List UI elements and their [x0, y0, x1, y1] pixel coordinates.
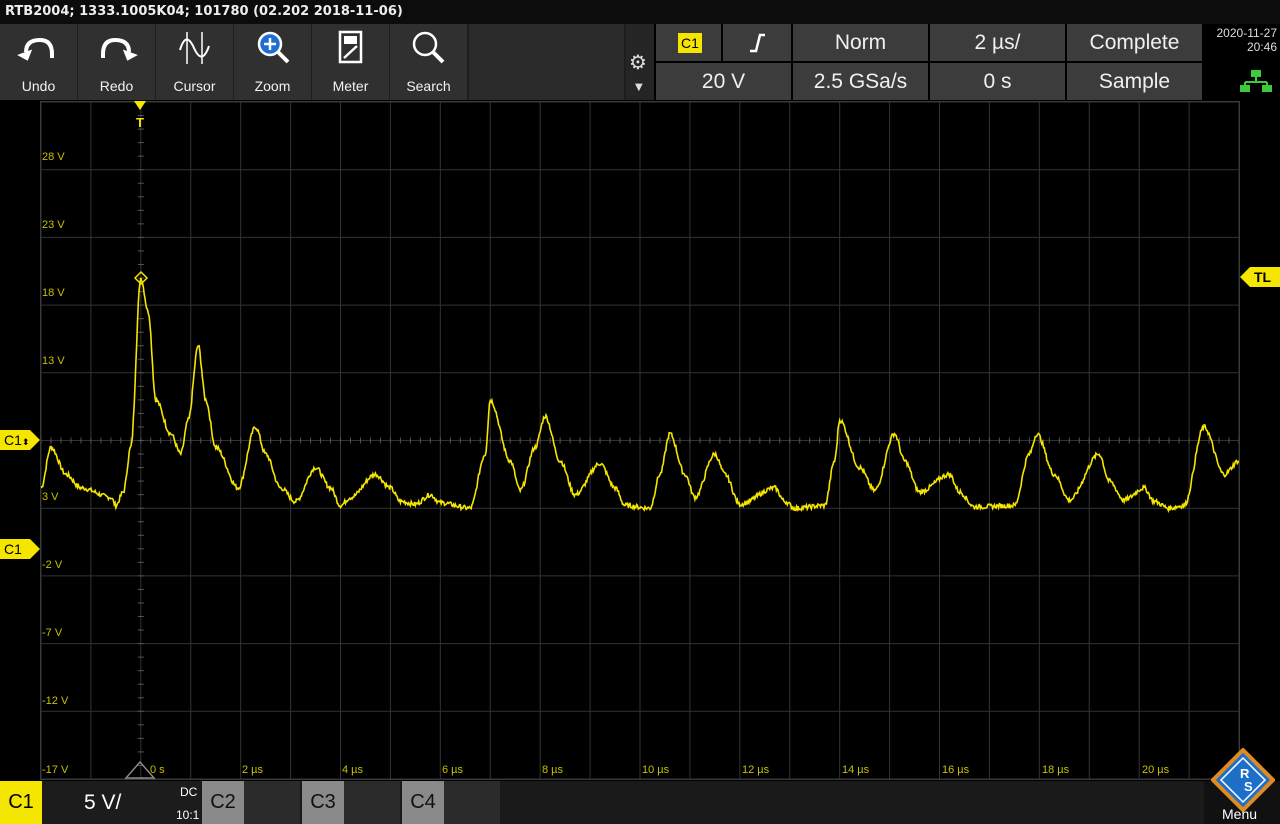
date-text: 2020-11-27	[1216, 26, 1278, 40]
zoom-in-icon	[257, 31, 290, 64]
meter-icon	[338, 30, 363, 64]
y-tick-label: 23 V	[42, 219, 65, 231]
x-tick-label: 4 µs	[342, 764, 364, 776]
rohde-schwarz-logo[interactable]: R S	[1211, 748, 1275, 812]
channel-2-tab[interactable]: C2	[202, 781, 244, 824]
y-tick-label: 13 V	[42, 355, 65, 367]
acquisition-mode[interactable]: Sample	[1067, 63, 1202, 100]
channel-4-settings[interactable]	[444, 781, 500, 824]
zoom-button[interactable]: Zoom	[234, 24, 311, 100]
redo-label: Redo	[99, 78, 134, 94]
network-icon	[1240, 70, 1272, 92]
undo-button[interactable]: Undo	[0, 24, 77, 100]
channel-1-tab[interactable]: C1	[0, 781, 42, 824]
x-tick-label: 16 µs	[942, 764, 970, 776]
gear-icon: ⚙	[629, 50, 647, 74]
up-down-icon: ⬍	[21, 437, 30, 447]
x-tick-label: 14 µs	[842, 764, 870, 776]
c1-offset-label: C1	[4, 432, 22, 448]
x-tick-label: 2 µs	[242, 764, 264, 776]
trigger-level-marker[interactable]: TL	[1240, 267, 1280, 287]
channel-1-coupling: DC	[180, 785, 198, 799]
y-tick-label: 28 V	[42, 151, 65, 163]
channel-bar: C1 5 V/ DC 10:1 C2 C3 C4	[0, 781, 1280, 824]
timebase-scale[interactable]: 2 µs/	[930, 24, 1065, 61]
c1-offset-marker[interactable]: C1⬍	[0, 430, 40, 450]
channel-3-settings[interactable]	[344, 781, 400, 824]
redo-button[interactable]: Redo	[78, 24, 155, 100]
channel-1-settings[interactable]: 5 V/ DC 10:1	[42, 781, 200, 824]
y-tick-label: 18 V	[42, 287, 65, 299]
trigger-level[interactable]: 20 V	[656, 63, 791, 100]
x-tick-label: 12 µs	[742, 764, 770, 776]
trigger-source-badge: C1	[678, 33, 702, 53]
waveform-svg	[41, 102, 1239, 779]
trigger-mode[interactable]: Norm	[793, 24, 928, 61]
time-text: 20:46	[1246, 40, 1277, 54]
meter-button[interactable]: Meter	[312, 24, 389, 100]
window-title: RTB2004; 1333.1005K04; 101780 (02.202 20…	[0, 0, 1280, 24]
undo-label: Undo	[21, 78, 56, 94]
channel-1-probe: 10:1	[176, 808, 200, 822]
chevron-down-icon: ▼	[635, 82, 643, 93]
sample-rate[interactable]: 2.5 GSa/s	[793, 63, 928, 100]
search-label: Search	[406, 78, 451, 94]
search-icon	[412, 31, 445, 64]
date-time: 2020-11-27 20:46	[1205, 26, 1278, 54]
trigger-position-indicator	[124, 760, 156, 779]
channel-1-scale: 5 V/	[84, 791, 122, 814]
channel-3-tab[interactable]: C3	[302, 781, 344, 824]
channel-2-settings[interactable]	[244, 781, 300, 824]
y-tick-label: -17 V	[42, 764, 69, 776]
cursor-button[interactable]: Cursor	[156, 24, 233, 100]
undo-icon	[17, 37, 54, 61]
grid	[41, 102, 1239, 779]
x-tick-label: 8 µs	[542, 764, 564, 776]
y-tick-label: -2 V	[42, 559, 63, 571]
trigger-marker-label: T	[136, 115, 144, 129]
search-button[interactable]: Search	[390, 24, 467, 100]
x-tick-label: 20 µs	[1142, 764, 1170, 776]
meter-label: Meter	[332, 78, 369, 94]
svg-text:S: S	[1244, 779, 1253, 794]
trigger-slope-cell[interactable]	[723, 24, 791, 61]
redo-icon	[101, 37, 138, 61]
rising-edge-icon	[750, 33, 765, 53]
cursor-label: Cursor	[173, 78, 216, 94]
x-tick-label: 18 µs	[1042, 764, 1070, 776]
y-tick-label: -12 V	[42, 695, 69, 707]
channel-4-tab[interactable]: C4	[402, 781, 444, 824]
settings-button[interactable]: ⚙ ▼	[626, 24, 654, 100]
y-tick-label: 3 V	[42, 491, 59, 503]
acquisition-state[interactable]: Complete	[1067, 24, 1202, 61]
horizontal-position[interactable]: 0 s	[930, 63, 1065, 100]
y-tick-label: -7 V	[42, 627, 63, 639]
cursor-icon	[179, 32, 210, 64]
x-tick-label: 10 µs	[642, 764, 670, 776]
menu-label: Menu	[1222, 806, 1258, 822]
zoom-label: Zoom	[254, 78, 291, 94]
waveform-display[interactable]	[40, 101, 1240, 780]
x-tick-label: 6 µs	[442, 764, 464, 776]
c1-ground-marker[interactable]: C1	[0, 539, 40, 559]
toolbar-filler	[469, 24, 624, 100]
trigger-position-marker[interactable]: T	[132, 101, 148, 129]
toolbar: Undo Redo Cursor Zoom Meter Search	[0, 24, 626, 100]
